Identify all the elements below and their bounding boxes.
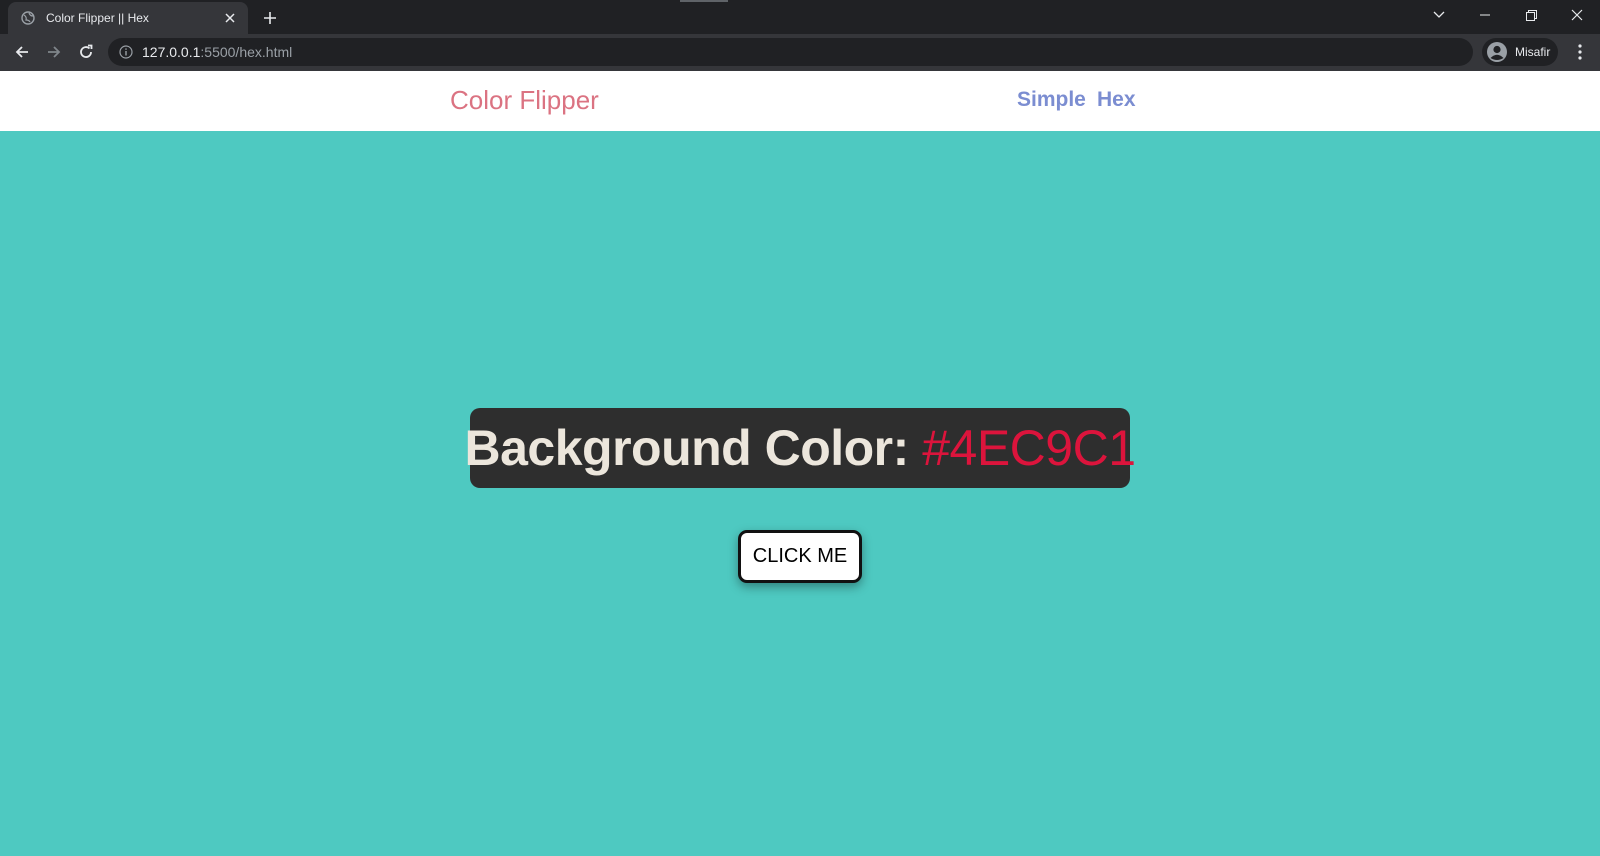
window-drag-indicator	[680, 0, 728, 2]
plus-icon	[264, 12, 276, 24]
browser-tab-strip: Color Flipper || Hex	[0, 0, 1600, 34]
chevron-down-icon	[1433, 11, 1445, 18]
heading-label: Background Color:	[464, 420, 910, 476]
url-host: 127.0.0.1	[142, 44, 201, 60]
url-text: 127.0.0.1:5500/hex.html	[142, 44, 292, 60]
browser-tab[interactable]: Color Flipper || Hex	[8, 2, 248, 34]
close-icon	[1571, 9, 1583, 21]
reload-button[interactable]	[72, 38, 100, 66]
forward-arrow-icon	[48, 46, 61, 58]
tab-search-button[interactable]	[1416, 0, 1462, 30]
background-color-heading: Background Color: #4EC9C1	[464, 419, 1137, 477]
color-value: #4EC9C1	[922, 420, 1136, 476]
new-tab-button[interactable]	[258, 6, 282, 30]
forward-button[interactable]	[40, 38, 68, 66]
info-icon[interactable]	[118, 44, 134, 60]
restore-button[interactable]	[1508, 0, 1554, 30]
click-me-button[interactable]: CLICK ME	[738, 530, 862, 583]
address-bar[interactable]: 127.0.0.1:5500/hex.html	[108, 38, 1473, 66]
brand-title: Color Flipper	[450, 85, 599, 115]
back-button[interactable]	[8, 38, 36, 66]
browser-toolbar: 127.0.0.1:5500/hex.html Misafir	[0, 34, 1600, 71]
color-display-box: Background Color: #4EC9C1	[465, 408, 1136, 488]
close-icon[interactable]	[222, 10, 238, 26]
profile-label: Misafir	[1515, 45, 1551, 59]
nav-link-simple[interactable]: Simple	[1017, 88, 1086, 112]
nav-link-hex[interactable]: Hex	[1097, 88, 1136, 112]
profile-button[interactable]: Misafir	[1482, 38, 1558, 66]
close-window-button[interactable]	[1554, 0, 1600, 30]
globe-icon	[20, 10, 36, 26]
reload-icon	[80, 44, 93, 58]
avatar-icon	[1487, 42, 1507, 62]
kebab-menu-icon	[1578, 44, 1582, 60]
tab-title: Color Flipper || Hex	[46, 11, 149, 25]
site-navbar: Color Flipper Simple Hex	[0, 71, 1600, 131]
url-path: :5500/hex.html	[200, 44, 293, 60]
back-arrow-icon	[15, 46, 28, 58]
restore-icon	[1525, 9, 1537, 21]
minimize-icon	[1480, 14, 1490, 16]
browser-menu-button[interactable]	[1568, 38, 1592, 66]
minimize-button[interactable]	[1462, 0, 1508, 30]
